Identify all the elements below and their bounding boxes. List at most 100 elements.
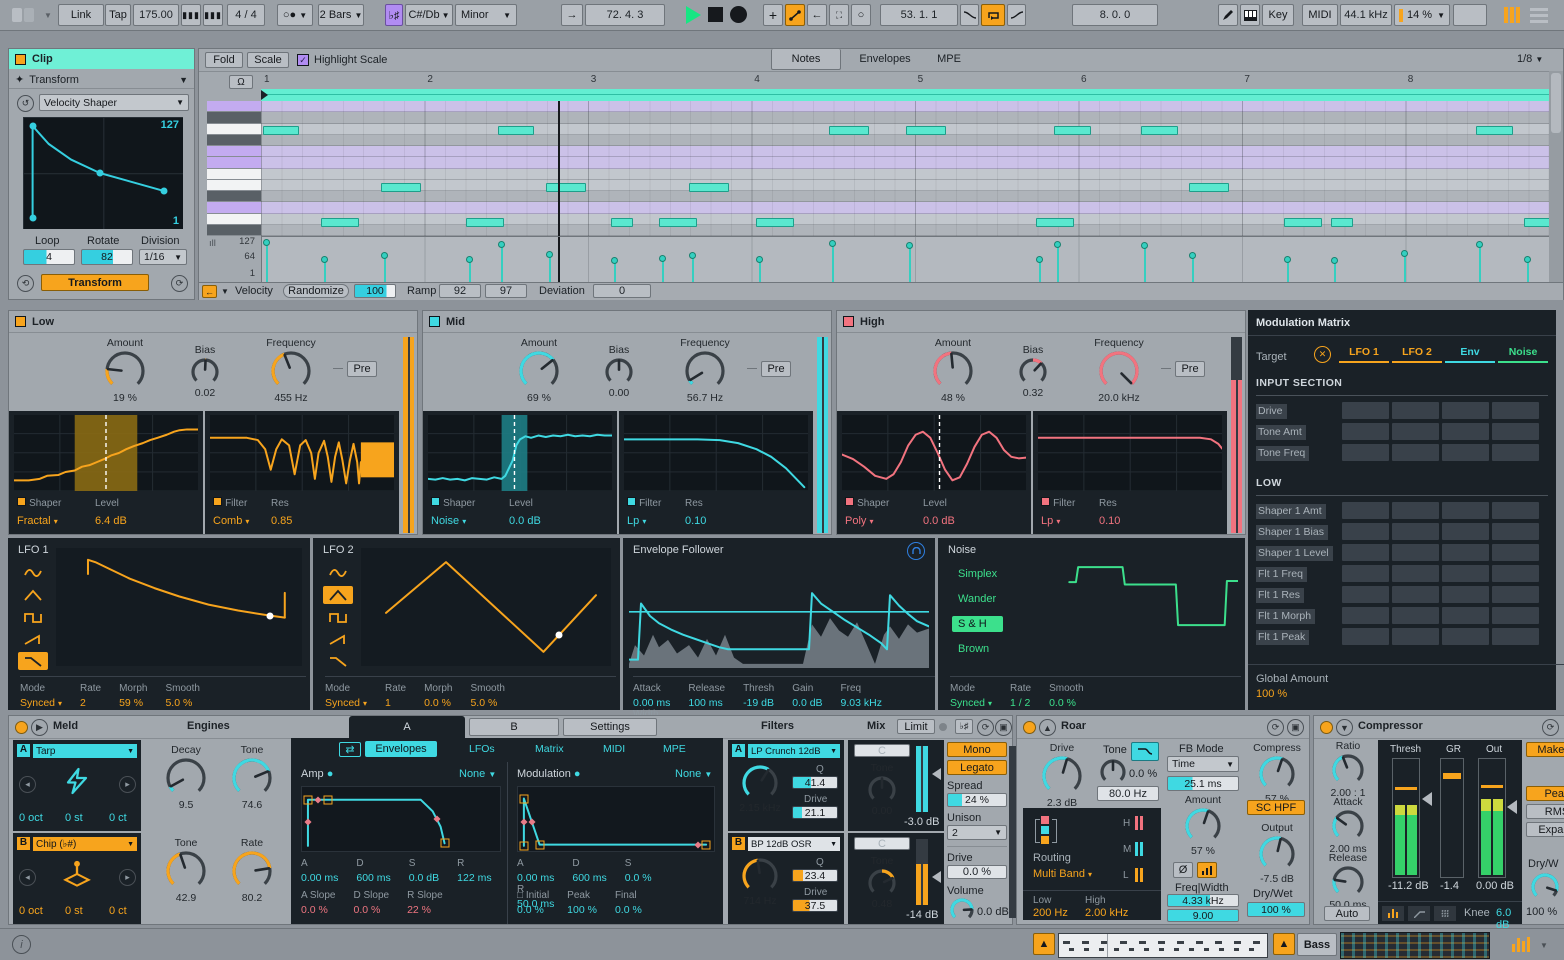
show-device-view-button[interactable]: ▲ <box>1273 933 1295 955</box>
midi-note[interactable] <box>1284 218 1322 227</box>
velocity-marker[interactable] <box>263 239 270 246</box>
compress-knob[interactable]: Compress57 % <box>1247 742 1307 806</box>
division-select[interactable]: 1/16▼ <box>139 249 187 265</box>
param[interactable]: Thresh-19 dB <box>743 683 774 709</box>
filter-type-menu[interactable]: Comb ▾ <box>213 515 249 527</box>
xover-high[interactable]: 2.00 kHz <box>1085 907 1128 919</box>
attack-knob[interactable]: Attack2.00 ms <box>1320 796 1376 856</box>
highlight-scale-checkbox[interactable]: ✓ <box>297 54 309 66</box>
pre-button[interactable]: Pre <box>347 361 377 377</box>
root-note-menu[interactable]: C#/Db▼ <box>405 4 453 26</box>
ramp-end-field[interactable]: 97 <box>485 284 527 298</box>
param[interactable]: Rate2 <box>80 683 101 709</box>
matrix-row[interactable]: Flt 1 Freq <box>1248 563 1556 584</box>
midi-note[interactable] <box>263 126 299 135</box>
matrix-cell[interactable] <box>1492 544 1539 561</box>
spread-slider[interactable]: 24 % <box>947 793 1007 807</box>
velocity-marker[interactable] <box>689 252 696 259</box>
midi-note[interactable] <box>906 126 946 135</box>
band-activator-checkbox[interactable] <box>843 316 854 327</box>
filter-checkbox[interactable] <box>1041 497 1050 506</box>
matrix-cell[interactable] <box>1442 544 1489 561</box>
frequency-knob[interactable]: Frequency56.7 Hz <box>667 337 743 405</box>
midi-note[interactable] <box>1054 126 1091 135</box>
filter-type-menu[interactable]: Lp ▾ <box>627 515 646 527</box>
param[interactable]: Gain0.0 dB <box>792 683 822 709</box>
param[interactable]: □ Initial0.0 % <box>517 890 549 916</box>
mpe-circle-button[interactable]: ○ <box>851 4 871 26</box>
midi-note[interactable] <box>689 183 729 192</box>
midi-map-button[interactable]: MIDI <box>1302 4 1338 26</box>
matrix-cell[interactable] <box>1492 565 1539 582</box>
matrix-row[interactable]: Shaper 1 Bias <box>1248 521 1556 542</box>
matrix-cell[interactable] <box>1342 402 1389 419</box>
roar-drive-knob[interactable]: Drive2.3 dB <box>1031 742 1093 810</box>
matrix-cell[interactable] <box>1492 628 1539 645</box>
matrix-cell[interactable] <box>1442 502 1489 519</box>
noise-type-wander[interactable]: Wander <box>952 591 1003 607</box>
piano-key[interactable] <box>207 101 261 112</box>
velocity-marker[interactable] <box>611 257 618 264</box>
lfo2-params[interactable]: ModeSynced ▾Rate1Morph0.0 %Smooth5.0 % <box>325 676 616 709</box>
param[interactable]: A Slope0.0 % <box>301 890 335 916</box>
matrix-cell[interactable] <box>1442 402 1489 419</box>
shaper-type-menu[interactable]: Poly ▾ <box>845 515 873 527</box>
noise-type-brown[interactable]: Brown <box>952 641 1003 657</box>
matrix-cell[interactable] <box>1392 502 1439 519</box>
legato-button[interactable]: Legato <box>947 760 1007 775</box>
velocity-marker[interactable] <box>756 256 763 263</box>
filter-a-type-menu[interactable]: LP Crunch 12dB▼ <box>748 744 840 758</box>
param[interactable]: R122 ms <box>457 858 491 884</box>
velocity-marker[interactable] <box>1524 256 1531 263</box>
new-midi-track-button[interactable]: + <box>763 4 783 26</box>
matrix-cell[interactable] <box>1442 628 1489 645</box>
param[interactable]: Smooth0.0 % <box>1049 683 1083 709</box>
lfo-shape-icon-4[interactable] <box>18 652 48 670</box>
tab-notes[interactable]: Notes <box>771 49 841 70</box>
amp-adsr-row[interactable]: A0.00 msD600 msS0.0 dBR122 ms <box>301 858 510 884</box>
matrix-cell[interactable] <box>1342 628 1389 645</box>
shaper-display[interactable] <box>428 415 612 491</box>
tab-b[interactable]: B <box>469 718 559 736</box>
tone-b-knob[interactable]: Tone42.9 <box>155 837 217 905</box>
out-value[interactable]: 0.00 dB <box>1476 880 1514 892</box>
loop-transform-icon[interactable]: ⟲ <box>17 275 34 292</box>
volume-value[interactable]: 0.0 dB <box>977 906 1009 918</box>
lfo2-shape-selector[interactable] <box>323 564 353 674</box>
record-button[interactable] <box>730 6 747 23</box>
mono-button[interactable]: Mono <box>947 742 1007 757</box>
fb-time-slider[interactable]: 25.1 ms <box>1167 776 1239 791</box>
roar-title-bar[interactable]: ▲ Roar ⟳ ▣ <box>1017 716 1309 739</box>
piano-key[interactable] <box>207 180 261 191</box>
mod-envelope-display[interactable] <box>517 786 715 852</box>
filter-b-drive[interactable]: 37.5 <box>792 899 838 912</box>
glob-drive-field[interactable]: 0.0 % <box>947 865 1007 879</box>
matrix-cell[interactable] <box>1342 444 1389 461</box>
amp-route-menu[interactable]: None ▼ <box>459 768 496 780</box>
fold-device-icon[interactable]: ▶ <box>31 719 48 736</box>
bias-knob[interactable]: Bias0.02 <box>177 344 233 400</box>
engine-b-menu[interactable]: Chip (♭#)▼ <box>33 837 137 851</box>
matrix-row[interactable]: Shaper 1 Amt <box>1248 500 1556 521</box>
lfo-shape-icon-1[interactable] <box>18 586 48 604</box>
filter-res-value[interactable]: 0.10 <box>1099 515 1120 527</box>
tone-filter-type-button[interactable] <box>1131 742 1159 761</box>
matrix-cell[interactable] <box>1492 607 1539 624</box>
draw-mode-button[interactable] <box>785 4 805 26</box>
next-engine-icon[interactable]: ▸ <box>119 869 136 886</box>
filter-a-freq-knob[interactable]: 2.15 kHz <box>732 764 788 815</box>
redo-icon[interactable]: ⟳ <box>171 275 188 292</box>
hot-swap-icon[interactable]: ⟳ <box>1267 719 1284 736</box>
lfo-shape-icon-4[interactable] <box>323 652 353 670</box>
nudge-down-icon[interactable]: ▮▮▮ <box>181 4 201 26</box>
expand-button[interactable]: Expand <box>1526 822 1564 837</box>
param[interactable]: A0.00 ms <box>517 858 554 884</box>
volume-knob[interactable] <box>949 897 975 926</box>
piano-key[interactable] <box>207 214 261 225</box>
computer-midi-keyboard-button[interactable] <box>1240 4 1260 26</box>
shaper-checkbox[interactable] <box>431 497 440 506</box>
lfo-shape-icon-2[interactable] <box>18 608 48 626</box>
deviation-field[interactable]: 0 <box>593 284 651 298</box>
quantize-menu[interactable]: 2 Bars▼ <box>318 4 364 26</box>
matrix-cell[interactable] <box>1342 565 1389 582</box>
